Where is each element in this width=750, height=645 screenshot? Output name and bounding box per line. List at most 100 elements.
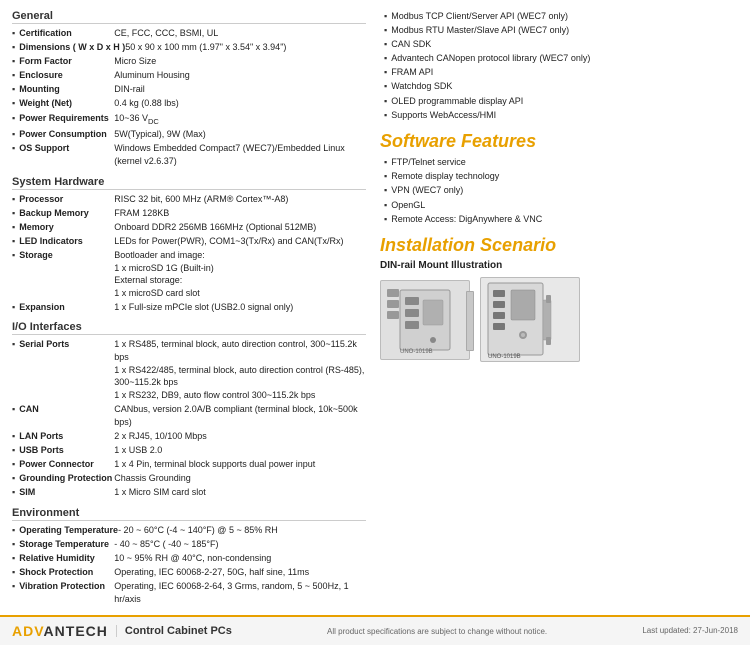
spec-label: CAN [19, 403, 114, 428]
footer-category: Control Cabinet PCs [116, 625, 232, 637]
list-item: Memory Onboard DDR2 256MB 166MHz (Option… [12, 221, 366, 234]
io-interfaces-title: I/O Interfaces [12, 321, 366, 335]
spec-value: 1 x USB 2.0 [114, 444, 366, 457]
spec-label: Grounding Protection [19, 472, 114, 485]
spec-label: Serial Ports [19, 338, 114, 401]
brand-logo: ADVANTECH [12, 623, 108, 639]
list-item: Power Connector 1 x 4 Pin, terminal bloc… [12, 458, 366, 471]
device-svg-1: UNO-1019B [395, 285, 455, 355]
general-title: General [12, 10, 366, 24]
spec-value: 10~36 VDC [114, 112, 366, 127]
spec-value: 5W(Typical), 9W (Max) [114, 128, 366, 141]
spec-label: Relative Humidity [19, 552, 114, 565]
spec-label: Storage [19, 249, 114, 299]
system-hardware-list: Processor RISC 32 bit, 600 MHz (ARM® Cor… [12, 193, 366, 314]
footer-brand: ADVANTECH Control Cabinet PCs [12, 623, 232, 639]
spec-label: OS Support [19, 142, 114, 167]
list-item: Watchdog SDK [384, 80, 738, 93]
spec-label: Enclosure [19, 69, 114, 82]
list-item: Advantech CANopen protocol library (WEC7… [384, 52, 738, 65]
spec-label: Certification [19, 27, 114, 40]
list-item: Remote display technology [384, 170, 738, 183]
spec-label: USB Ports [19, 444, 114, 457]
spec-label: Backup Memory [19, 207, 114, 220]
spec-label: Form Factor [19, 55, 114, 68]
spec-label: Power Consumption [19, 128, 114, 141]
port-3 [387, 311, 399, 319]
list-item: LED Indicators LEDs for Power(PWR), COM1… [12, 235, 366, 248]
spec-value: Operating, IEC 60068-2-64, 3 Grms, rando… [114, 580, 366, 605]
list-item: Power Consumption 5W(Typical), 9W (Max) [12, 128, 366, 141]
spec-value: 2 x RJ45, 10/100 Mbps [114, 430, 366, 443]
list-item: LAN Ports 2 x RJ45, 10/100 Mbps [12, 430, 366, 443]
list-item: Storage Temperature - 40 ~ 85°C ( -40 ~ … [12, 538, 366, 551]
api-bullets: Modbus TCP Client/Server API (WEC7 only)… [384, 10, 738, 121]
device-image-1: UNO-1019B [380, 280, 470, 360]
spec-value: 10 ~ 95% RH @ 40°C, non-condensing [114, 552, 366, 565]
list-item: Backup Memory FRAM 128KB [12, 207, 366, 220]
list-item: Mounting DIN-rail [12, 83, 366, 96]
port-2 [387, 300, 399, 308]
list-item: Supports WebAccess/HMI [384, 109, 738, 122]
spec-value: Chassis Grounding [114, 472, 366, 485]
right-column: Modbus TCP Client/Server API (WEC7 only)… [376, 10, 738, 607]
list-item: CAN CANbus, version 2.0A/B compliant (te… [12, 403, 366, 428]
spec-value: CE, FCC, CCC, BSMI, UL [114, 27, 366, 40]
spec-label: Mounting [19, 83, 114, 96]
list-item: VPN (WEC7 only) [384, 184, 738, 197]
spec-value: 1 x Micro SIM card slot [114, 486, 366, 499]
main-content: General Certification CE, FCC, CCC, BSMI… [0, 0, 750, 607]
software-features-list: FTP/Telnet service Remote display techno… [384, 156, 738, 225]
spec-value: LEDs for Power(PWR), COM1~3(Tx/Rx) and C… [114, 235, 366, 248]
spec-label: Expansion [19, 301, 114, 314]
list-item: Serial Ports 1 x RS485, terminal block, … [12, 338, 366, 401]
list-item: Form Factor Micro Size [12, 55, 366, 68]
list-item: Vibration Protection Operating, IEC 6006… [12, 580, 366, 605]
spec-value: 0.4 kg (0.88 lbs) [114, 97, 366, 110]
device-body-1: UNO-1019B [381, 281, 469, 359]
list-item: OLED programmable display API [384, 95, 738, 108]
list-item: Remote Access: DigAnywhere & VNC [384, 213, 738, 226]
spec-value: Operating, IEC 60068-2-27, 50G, half sin… [114, 566, 366, 579]
svg-text:UNO-1019B: UNO-1019B [488, 354, 521, 360]
list-item: FRAM API [384, 66, 738, 79]
spec-value: RISC 32 bit, 600 MHz (ARM® Cortex™-A8) [114, 193, 366, 206]
environment-list: Operating Temperature - 20 ~ 60°C (-4 ~ … [12, 524, 366, 606]
spec-label: LAN Ports [19, 430, 114, 443]
spec-value: 1 x RS485, terminal block, auto directio… [114, 338, 366, 401]
left-column: General Certification CE, FCC, CCC, BSMI… [12, 10, 376, 607]
footer-note: All product specifications are subject t… [327, 627, 547, 636]
din-clip-1 [466, 291, 474, 351]
device-image-2: UNO-1019B [480, 277, 580, 362]
spec-value: - 40 ~ 85°C ( -40 ~ 185°F) [114, 538, 366, 551]
list-item: Grounding Protection Chassis Grounding [12, 472, 366, 485]
general-list: Certification CE, FCC, CCC, BSMI, UL Dim… [12, 27, 366, 168]
list-item: Power Requirements 10~36 VDC [12, 112, 366, 127]
list-item: Certification CE, FCC, CCC, BSMI, UL [12, 27, 366, 40]
port-1 [387, 289, 399, 297]
installation-title: Installation Scenario [380, 235, 738, 256]
device-svg-2: UNO-1019B [483, 280, 578, 360]
spec-label: Processor [19, 193, 114, 206]
spec-label: Power Connector [19, 458, 114, 471]
spec-value: Aluminum Housing [114, 69, 366, 82]
footer: ADVANTECH Control Cabinet PCs All produc… [0, 615, 750, 645]
list-item: Relative Humidity 10 ~ 95% RH @ 40°C, no… [12, 552, 366, 565]
spec-value: DIN-rail [114, 83, 366, 96]
spec-value: 50 x 90 x 100 mm (1.97" x 3.54" x 3.94") [125, 41, 366, 54]
software-features-title: Software Features [380, 131, 738, 152]
list-item: Operating Temperature - 20 ~ 60°C (-4 ~ … [12, 524, 366, 537]
device-ports-1 [387, 289, 399, 319]
list-item: FTP/Telnet service [384, 156, 738, 169]
din-rail-subtitle: DIN-rail Mount Illustration [380, 260, 738, 271]
list-item: Weight (Net) 0.4 kg (0.88 lbs) [12, 97, 366, 110]
spec-label: Operating Temperature [19, 524, 118, 537]
io-interfaces-list: Serial Ports 1 x RS485, terminal block, … [12, 338, 366, 498]
spec-value: Windows Embedded Compact7 (WEC7)/Embedde… [114, 142, 366, 167]
spec-label: SIM [19, 486, 114, 499]
list-item: Processor RISC 32 bit, 600 MHz (ARM® Cor… [12, 193, 366, 206]
svg-text:UNO-1019B: UNO-1019B [400, 349, 433, 355]
list-item: Shock Protection Operating, IEC 60068-2-… [12, 566, 366, 579]
spec-value: Micro Size [114, 55, 366, 68]
spec-value: 1 x 4 Pin, terminal block supports dual … [114, 458, 366, 471]
